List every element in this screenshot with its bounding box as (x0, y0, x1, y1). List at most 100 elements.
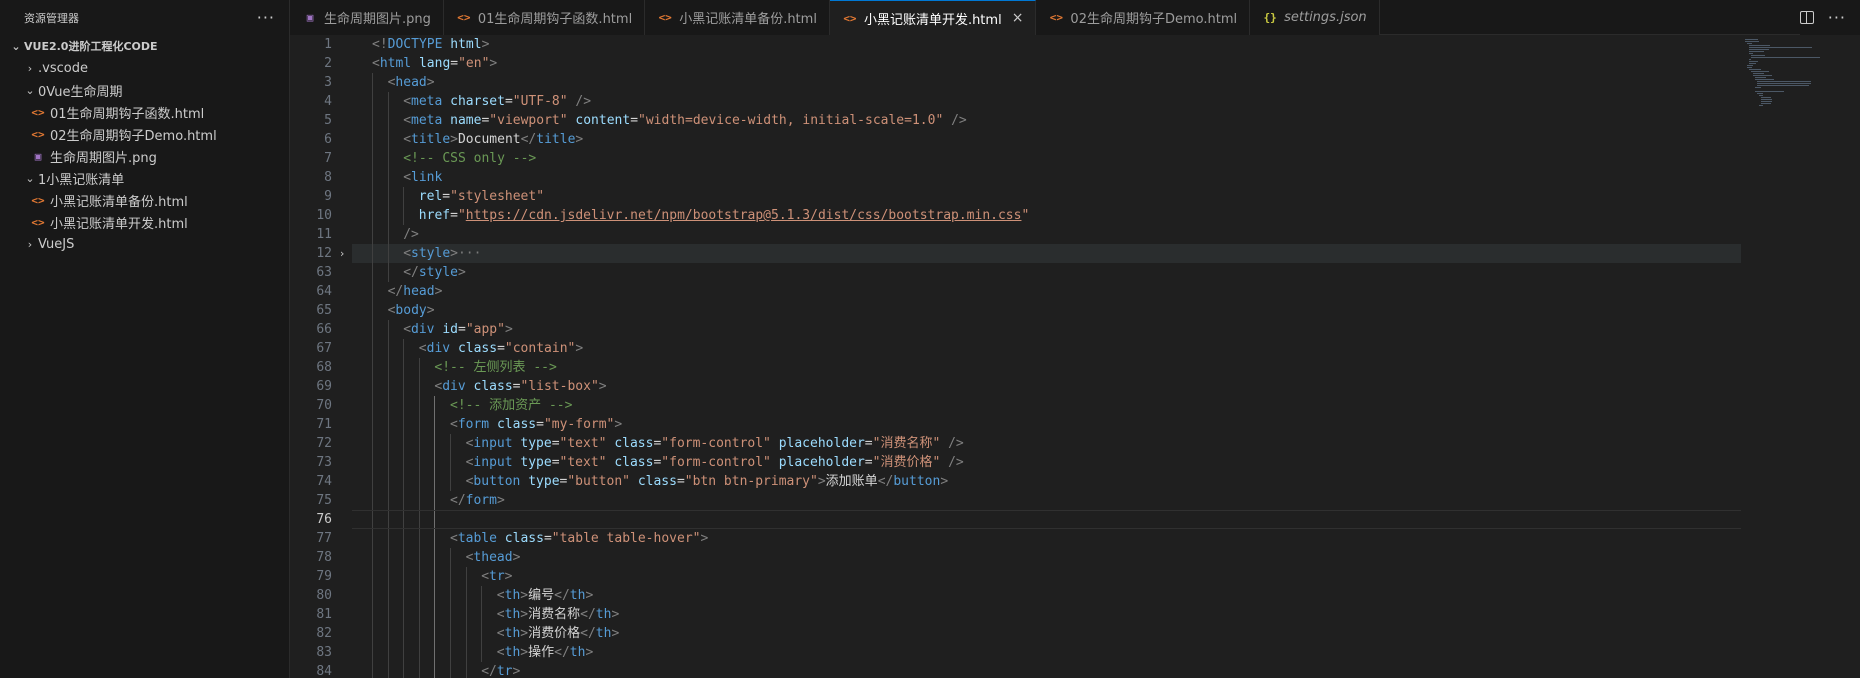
tree-file[interactable]: ▣ 生命周期图片.png (0, 145, 289, 167)
tree-file[interactable]: <> 02生命周期钩子Demo.html (0, 123, 289, 145)
indent-guide (403, 206, 405, 225)
code-token: class (614, 455, 654, 470)
indent-guide (434, 396, 436, 415)
code-token: < (450, 531, 458, 546)
fold-gutter (332, 548, 352, 567)
editor-tab[interactable]: {} settings.json (1250, 0, 1380, 35)
indent-guide (450, 643, 451, 662)
tab-label: 小黑记账清单开发.html (863, 12, 1002, 28)
indent-guide (450, 434, 451, 453)
workspace-root[interactable]: ⌄ VUE2.0进阶工程化CODE (0, 35, 289, 57)
code-token: </ (877, 474, 894, 489)
fold-gutter (332, 206, 352, 225)
indent-guide (418, 548, 420, 567)
code-token: button (473, 474, 521, 489)
indent-guide (372, 548, 373, 567)
line-number: 64 (316, 284, 332, 299)
code-token: > (504, 322, 513, 337)
close-icon[interactable]: × (1012, 10, 1024, 26)
code-token: > (575, 132, 584, 147)
tree-file[interactable]: <> 小黑记账清单开发.html (0, 211, 289, 233)
code-text: <thead> (352, 548, 1741, 567)
editor-tab[interactable]: <> 02生命周期钩子Demo.html (1036, 0, 1251, 35)
indent-guide (403, 548, 405, 567)
line-number: 12 (316, 246, 332, 261)
editor-tab[interactable]: <> 01生命周期钩子函数.html (443, 0, 646, 35)
minimap-line (1761, 101, 1773, 102)
code-token: = (676, 474, 685, 489)
editor-tab[interactable]: <> 小黑记账清单备份.html (645, 0, 830, 35)
code-token: <!-- CSS only --> (403, 151, 537, 166)
indent-guide (387, 263, 389, 282)
tree-folder[interactable]: › .vscode (0, 57, 289, 79)
indent-guide (372, 73, 373, 92)
more-actions-icon[interactable]: ··· (1828, 8, 1846, 27)
code-text (352, 510, 1741, 529)
code-editor[interactable]: 1 <!DOCTYPE html> 2 <html lang="en"> 3 <head>… (290, 35, 1741, 678)
indent-guide (372, 434, 373, 453)
code-token: "viewport" (489, 113, 568, 128)
fold-gutter (332, 624, 352, 643)
code-line: 71 <form class="my-form"> (290, 415, 1741, 434)
code-token: th (595, 607, 612, 622)
editor-tab[interactable]: <> 小黑记账清单开发.html × (829, 0, 1037, 35)
tab-label: 01生命周期钩子函数.html (477, 12, 633, 27)
tree-file[interactable]: <> 01生命周期钩子函数.html (0, 101, 289, 123)
minimap-line (1749, 69, 1762, 70)
code-token: > (504, 569, 513, 584)
split-editor-icon[interactable] (1799, 11, 1814, 24)
minimap[interactable] (1741, 35, 1860, 678)
code-token: meta (411, 113, 443, 128)
fold-gutter (332, 434, 352, 453)
code-line: 4 <meta charset="UTF-8" /> (290, 92, 1741, 111)
code-token: form (457, 417, 490, 432)
line-number: 78 (316, 550, 332, 565)
code-line: 72 <input type="text" class="form-control… (290, 434, 1741, 453)
tab-label: 小黑记账清单备份.html (679, 12, 817, 27)
minimap-line (1749, 49, 1770, 50)
indent-guide (450, 548, 451, 567)
code-token: input (473, 436, 513, 451)
indent-guide (418, 358, 420, 377)
indent-guide (403, 377, 405, 396)
code-token: "stylesheet" (450, 189, 545, 204)
fold-gutter (332, 415, 352, 434)
code-token: name (450, 113, 482, 128)
code-token[interactable]: https://cdn.jsdelivr.net/npm/bootstrap@5… (466, 208, 1022, 223)
fold-gutter (332, 149, 352, 168)
fold-gutter (332, 225, 352, 244)
indent-guide (387, 225, 389, 244)
editor-tab[interactable]: ▣ 生命周期图片.png (290, 0, 444, 35)
indent-guide (434, 491, 436, 510)
more-actions-icon[interactable]: ··· (257, 8, 275, 27)
indent-guide (372, 662, 373, 678)
tree-folder[interactable]: ⌄ 1小黑记账清单 (0, 167, 289, 189)
fold-chevron-icon[interactable]: › (332, 244, 352, 263)
code-token: = (504, 94, 513, 109)
code-token: > (817, 474, 826, 489)
line-number: 74 (316, 474, 332, 489)
tree-folder[interactable]: › VueJS (0, 233, 289, 255)
code-token: </ (554, 645, 570, 660)
indent-guide (403, 339, 405, 358)
line-number: 69 (316, 379, 332, 394)
code-token: meta (411, 94, 443, 109)
code-token: ··· (457, 246, 482, 261)
code-token: > (585, 645, 594, 660)
indent-guide (481, 605, 483, 624)
code-token: 操作 (528, 645, 555, 660)
indent-guide (434, 511, 436, 528)
indent-guide (434, 567, 436, 586)
code-token: type (528, 474, 560, 489)
code-line: 12 › <style>··· (290, 244, 1741, 263)
code-token: type (520, 436, 552, 451)
code-token: "table table-hover" (551, 531, 701, 546)
minimap-line (1761, 97, 1771, 98)
code-token: > (426, 75, 435, 90)
indent-guide (418, 415, 420, 434)
tree-folder[interactable]: ⌄ 0Vue生命周期 (0, 79, 289, 101)
code-line: 74 <button type="button" class="btn btn-p… (290, 472, 1741, 491)
tree-file[interactable]: <> 小黑记账清单备份.html (0, 189, 289, 211)
